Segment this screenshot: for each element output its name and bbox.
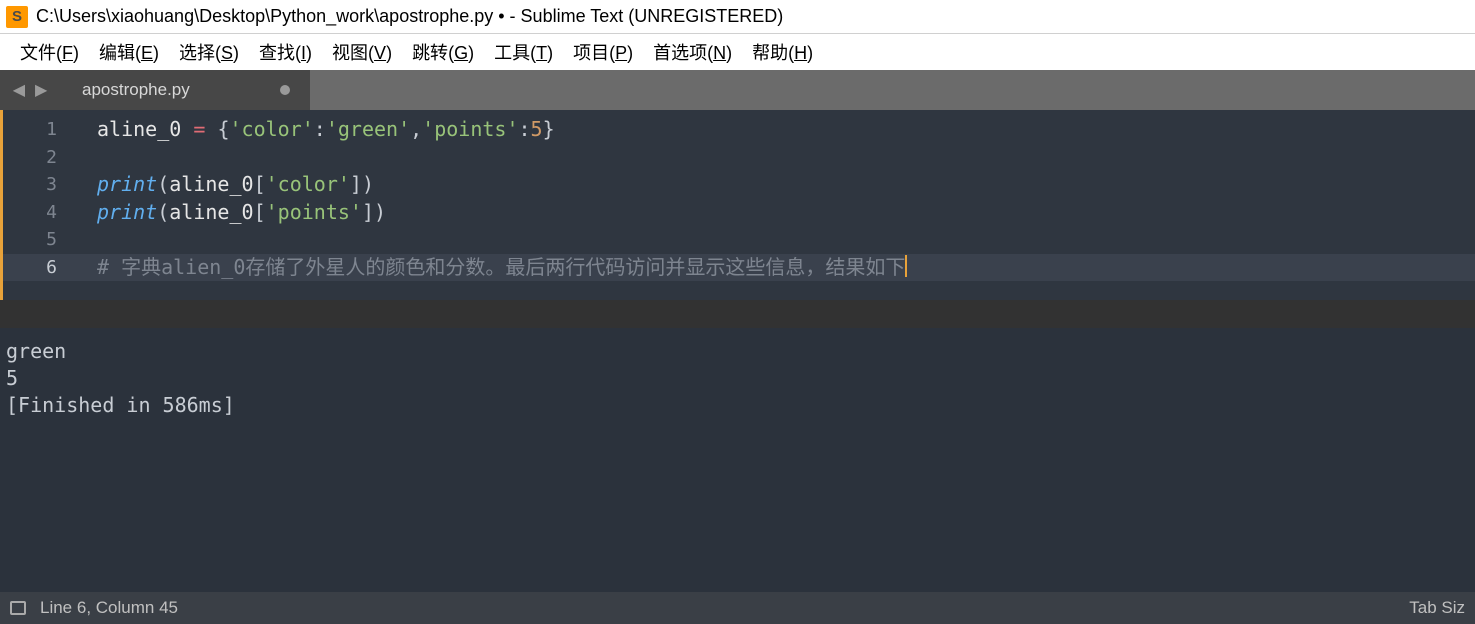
build-output[interactable]: green 5 [Finished in 586ms] — [0, 328, 1475, 592]
line-number: 4 — [3, 199, 75, 227]
line-number: 6 — [3, 254, 75, 282]
window-titlebar: S C:\Users\xiaohuang\Desktop\Python_work… — [0, 0, 1475, 34]
cursor-position[interactable]: Line 6, Column 45 — [40, 598, 178, 618]
line-number: 3 — [3, 171, 75, 199]
code-line[interactable]: aline_0 = {'color':'green','points':5} — [75, 116, 1475, 144]
output-line: green — [6, 339, 66, 363]
menu-file[interactable]: 文件(F) — [10, 35, 89, 69]
output-line: 5 — [6, 366, 18, 390]
editor[interactable]: 1 2 3 4 5 6 aline_0 = {'color':'green','… — [0, 110, 1475, 300]
status-bar: Line 6, Column 45 Tab Siz — [0, 592, 1475, 624]
code-line[interactable]: print(aline_0['color']) — [75, 171, 1475, 199]
code-line[interactable]: # 字典alien_0存储了外星人的颜色和分数。最后两行代码访问并显示这些信息，… — [75, 254, 1475, 282]
tab-forward-icon[interactable]: ▶ — [35, 80, 47, 100]
line-number: 1 — [3, 116, 75, 144]
menu-goto[interactable]: 跳转(G) — [402, 35, 484, 69]
output-line: [Finished in 586ms] — [6, 393, 235, 417]
menu-project[interactable]: 项目(P) — [563, 35, 643, 69]
code-line[interactable] — [75, 144, 1475, 172]
tab-size-indicator[interactable]: Tab Siz — [1409, 598, 1465, 618]
line-number: 5 — [3, 226, 75, 254]
menu-help[interactable]: 帮助(H) — [742, 35, 823, 69]
tab-nav: ◀ ▶ — [0, 70, 60, 110]
line-number: 2 — [3, 144, 75, 172]
menu-tools[interactable]: 工具(T) — [484, 35, 563, 69]
menu-prefs[interactable]: 首选项(N) — [643, 35, 742, 69]
menu-edit[interactable]: 编辑(E) — [89, 35, 169, 69]
panel-divider[interactable] — [0, 300, 1475, 328]
line-gutter: 1 2 3 4 5 6 — [0, 110, 75, 300]
menu-find[interactable]: 查找(I) — [249, 35, 322, 69]
tab-bar: ◀ ▶ apostrophe.py — [0, 70, 1475, 110]
tab-label: apostrophe.py — [82, 80, 190, 100]
code-line[interactable]: print(aline_0['points']) — [75, 199, 1475, 227]
window-title: C:\Users\xiaohuang\Desktop\Python_work\a… — [36, 6, 783, 27]
tab-back-icon[interactable]: ◀ — [13, 80, 25, 100]
text-cursor-icon — [905, 255, 907, 277]
code-line[interactable] — [75, 226, 1475, 254]
app-icon: S — [6, 6, 28, 28]
menu-select[interactable]: 选择(S) — [169, 35, 249, 69]
code-area[interactable]: aline_0 = {'color':'green','points':5} p… — [75, 110, 1475, 300]
panel-switcher-icon[interactable] — [10, 601, 26, 615]
menu-bar: 文件(F) 编辑(E) 选择(S) 查找(I) 视图(V) 跳转(G) 工具(T… — [0, 34, 1475, 70]
tab-apostrophe[interactable]: apostrophe.py — [60, 70, 310, 110]
tab-dirty-icon — [280, 85, 290, 95]
menu-view[interactable]: 视图(V) — [322, 35, 402, 69]
